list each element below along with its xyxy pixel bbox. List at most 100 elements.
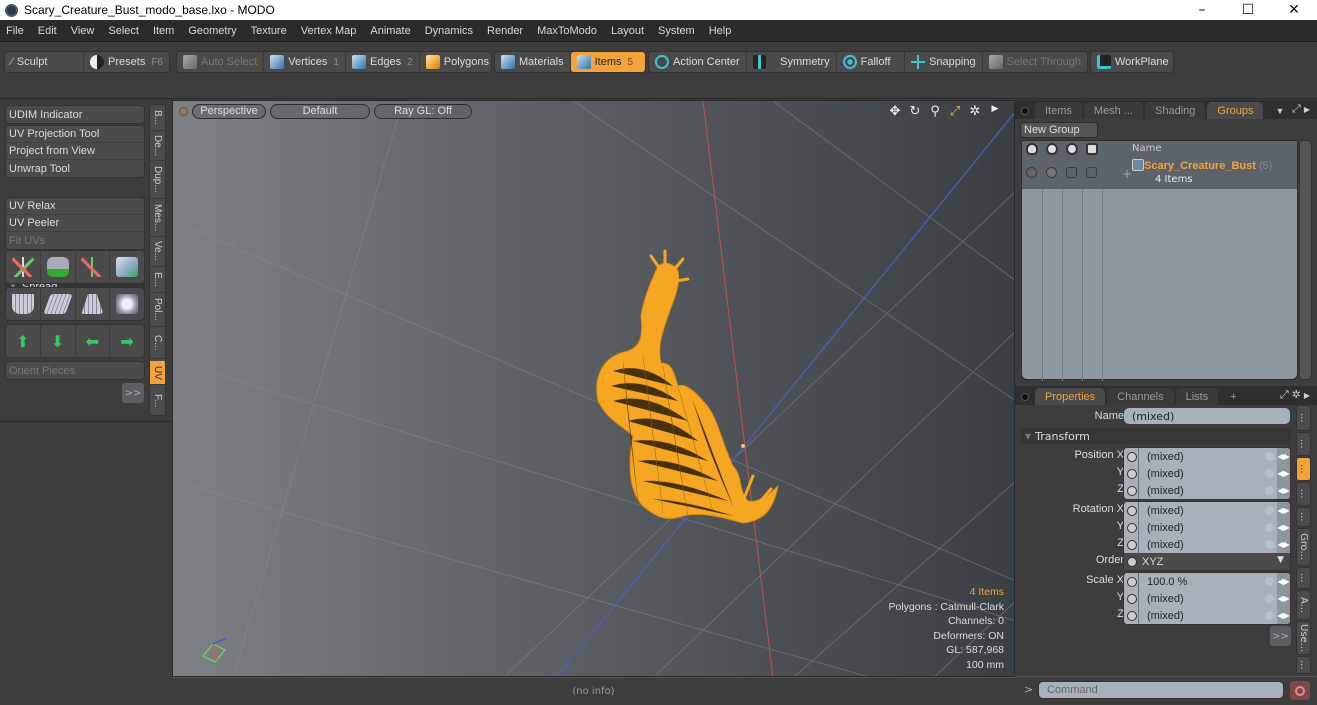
falloff-button[interactable]: Falloff <box>837 52 906 72</box>
vtab-fusion[interactable]: F... <box>150 387 165 415</box>
vtab-uv[interactable]: UV <box>150 361 165 385</box>
scale-z-key-toggle[interactable] <box>1127 610 1137 621</box>
name-field[interactable]: (mixed) <box>1124 408 1290 424</box>
lock-icon[interactable] <box>1066 143 1078 155</box>
command-input[interactable]: Command <box>1038 681 1284 699</box>
position-y-key-toggle[interactable] <box>1127 468 1137 479</box>
position-z-key-toggle[interactable] <box>1127 485 1137 496</box>
menu-dynamics[interactable]: Dynamics <box>425 25 473 37</box>
rvtab-assembly[interactable]: A... <box>1296 590 1311 620</box>
group-row[interactable]: + Scary_Creature_Bust (5) 4 Items <box>1022 157 1297 189</box>
row-select-toggle[interactable] <box>1086 167 1097 178</box>
materials-button[interactable]: Materials <box>495 52 571 72</box>
reset-value-icon[interactable] <box>1265 611 1274 620</box>
udim-indicator-button[interactable]: UDIM Indicator <box>6 106 144 123</box>
uv-rotate-tool[interactable] <box>41 251 76 283</box>
workplane-button[interactable]: WorkPlane <box>1091 52 1175 72</box>
tab-items[interactable]: Items <box>1035 102 1082 119</box>
uv-peeler-button[interactable]: UV Peeler <box>6 215 144 232</box>
more-tools-button[interactable]: >> <box>122 383 144 403</box>
unwrap-tool-button[interactable]: Unwrap Tool <box>6 160 144 177</box>
vertices-button[interactable]: Vertices 1 <box>264 52 346 72</box>
tab-dropdown-icon[interactable]: ▼ <box>1265 102 1294 119</box>
menu-system[interactable]: System <box>658 25 695 37</box>
scale-y-field[interactable]: (mixed) ◀▶ <box>1124 590 1290 607</box>
render-icon[interactable] <box>1046 143 1058 155</box>
rvtab-7[interactable]: ... <box>1296 567 1311 589</box>
name-column-header[interactable]: Name <box>1132 143 1162 154</box>
rotation-x-field[interactable]: (mixed) ◀▶ <box>1124 502 1290 519</box>
groups-scrollbar[interactable] <box>1299 140 1312 380</box>
presets-button[interactable]: Presets F6 <box>84 52 169 72</box>
properties-more-button[interactable]: >> <box>1270 626 1291 646</box>
menu-select[interactable]: Select <box>108 25 139 37</box>
rotation-order-dropdown[interactable]: XYZ ▼ <box>1124 553 1290 570</box>
vtab-duplicate[interactable]: Dup... <box>150 161 165 199</box>
drag-handle-icon[interactable]: ◀▶ <box>1277 465 1290 482</box>
maximize-button[interactable]: ☐ <box>1225 0 1271 20</box>
drag-handle-icon[interactable]: ◀▶ <box>1277 573 1290 590</box>
row-visibility-toggle[interactable] <box>1026 167 1037 178</box>
edges-button[interactable]: Edges 2 <box>346 52 420 72</box>
reset-value-icon[interactable] <box>1265 523 1274 532</box>
vtab-basic[interactable]: B... <box>150 105 165 131</box>
pan-icon[interactable]: ✥ <box>888 104 902 119</box>
order-key-toggle[interactable] <box>1127 556 1137 567</box>
uv-perspective-tool[interactable] <box>76 288 111 320</box>
tab-properties[interactable]: Properties <box>1035 388 1106 405</box>
menu-help[interactable]: Help <box>709 25 732 37</box>
tab-mesh[interactable]: Mesh ... <box>1083 102 1144 119</box>
rvtab-4[interactable]: ... <box>1296 482 1311 506</box>
close-button[interactable]: ✕ <box>1271 0 1317 20</box>
rotation-y-field[interactable]: (mixed) ◀▶ <box>1124 519 1290 536</box>
fit-uvs-button[interactable]: Fit UVs <box>6 232 144 249</box>
minimize-button[interactable]: – <box>1179 0 1225 20</box>
position-z-field[interactable]: (mixed) ◀▶ <box>1124 482 1290 499</box>
uv-projection-tool-button[interactable]: UV Projection Tool <box>6 126 144 143</box>
position-x-key-toggle[interactable] <box>1127 451 1137 462</box>
drag-handle-icon[interactable]: ◀▶ <box>1277 502 1290 519</box>
vtab-deform[interactable]: De... <box>150 131 165 161</box>
drag-handle-icon[interactable]: ◀▶ <box>1277 607 1290 624</box>
uv-relax-button[interactable]: UV Relax <box>6 198 144 215</box>
orient-pieces-button[interactable]: Orient Pieces <box>6 362 144 379</box>
align-bottom-button[interactable]: ⬇ <box>41 325 76 357</box>
tab-channels[interactable]: Channels <box>1107 388 1174 405</box>
menu-texture[interactable]: Texture <box>251 25 287 37</box>
row-render-toggle[interactable] <box>1046 167 1057 178</box>
uv-planar-tool[interactable] <box>41 288 76 320</box>
reset-value-icon[interactable] <box>1265 540 1274 549</box>
menu-file[interactable]: File <box>6 25 24 37</box>
align-left-button[interactable]: ⬅ <box>76 325 111 357</box>
viewport-options-dot[interactable] <box>179 106 188 116</box>
panel-options-dot[interactable] <box>1021 107 1029 115</box>
creature-mesh[interactable] <box>596 249 779 524</box>
vtab-polygon[interactable]: Pol... <box>150 293 165 327</box>
expand-properties-icon[interactable]: ⤢ <box>1280 388 1292 401</box>
orbit-icon[interactable]: ↻ <box>908 104 922 119</box>
reset-value-icon[interactable] <box>1265 506 1274 515</box>
menu-edit[interactable]: Edit <box>38 25 57 37</box>
position-x-field[interactable]: (mixed) ◀▶ <box>1124 448 1290 465</box>
sculpt-button[interactable]: ⁄ Sculpt <box>5 52 85 72</box>
symmetry-button[interactable]: Symmetry <box>747 52 837 72</box>
ray-gl-toggle[interactable]: Ray GL: Off <box>374 103 472 119</box>
items-button[interactable]: Items 5 <box>570 52 645 72</box>
rvtab-groups[interactable]: Gro... <box>1296 528 1311 566</box>
menu-geometry[interactable]: Geometry <box>188 25 236 37</box>
uv-transform-tool[interactable] <box>110 251 144 283</box>
project-from-view-button[interactable]: Project from View <box>6 143 144 160</box>
snapping-button[interactable]: Snapping <box>905 52 983 72</box>
expand-plus-icon[interactable]: + <box>1122 167 1132 181</box>
drag-handle-icon[interactable]: ◀▶ <box>1277 448 1290 465</box>
drag-handle-icon[interactable]: ◀▶ <box>1277 482 1290 499</box>
menu-view[interactable]: View <box>71 25 95 37</box>
vtab-edge[interactable]: E... <box>150 267 165 293</box>
menu-vertex-map[interactable]: Vertex Map <box>301 25 357 37</box>
viewport-menu-arrow-icon[interactable]: ▶ <box>988 104 1002 119</box>
view-type-dropdown[interactable]: Perspective <box>192 103 266 119</box>
vtab-curve[interactable]: C... <box>150 327 165 359</box>
position-y-field[interactable]: (mixed) ◀▶ <box>1124 465 1290 482</box>
properties-options-dot[interactable] <box>1021 393 1029 401</box>
record-macro-button[interactable] <box>1290 681 1310 700</box>
